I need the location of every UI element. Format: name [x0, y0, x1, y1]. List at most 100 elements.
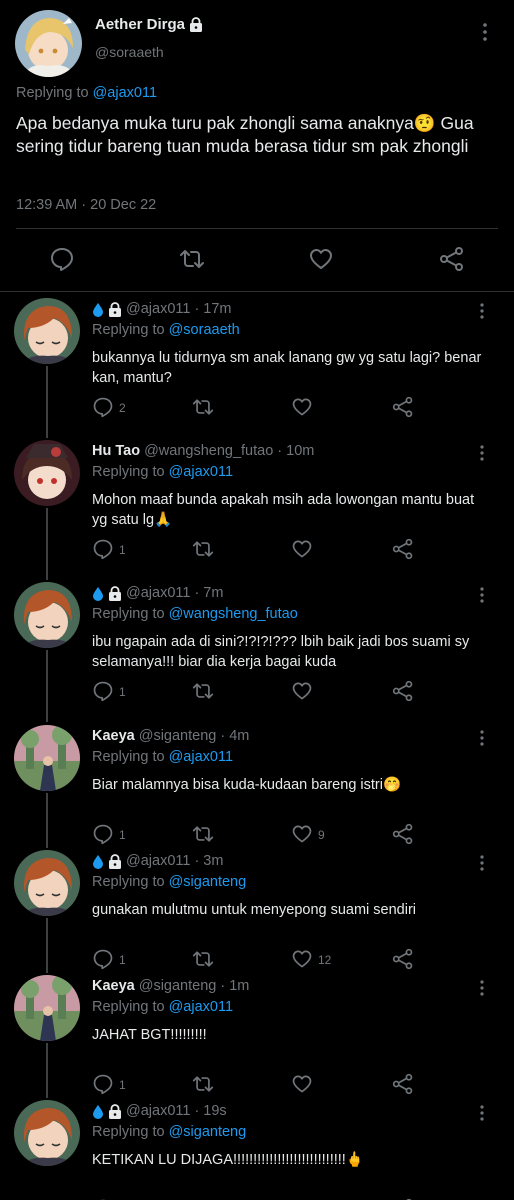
like-icon[interactable]	[291, 396, 313, 418]
replying-to: Replying to @siganteng	[92, 874, 246, 890]
handle[interactable]: @ajax011	[126, 585, 190, 601]
replying-to-link[interactable]: @ajax011	[169, 464, 233, 480]
thread-line	[46, 1043, 48, 1098]
avatar[interactable]	[14, 298, 80, 364]
reply-tweet[interactable]: @ajax011 · 3m Replying to @siganteng gunaka…	[0, 850, 514, 990]
display-name[interactable]: Kaeya	[92, 978, 135, 994]
reply-age[interactable]: · 4m	[220, 728, 249, 744]
more-icon[interactable]	[476, 444, 488, 462]
like-icon[interactable]	[291, 680, 313, 702]
reply-icon[interactable]	[92, 948, 114, 970]
reply-header: @ajax011 · 3m	[92, 853, 223, 869]
display-name-text[interactable]: Aether Dirga	[95, 16, 185, 33]
more-icon[interactable]	[476, 979, 488, 997]
replying-prefix: Replying to	[92, 749, 165, 765]
reply-icon[interactable]	[49, 246, 75, 272]
handle[interactable]: @soraaeth	[95, 44, 164, 60]
reply-age[interactable]: · 3m	[194, 853, 223, 869]
action-bar: 1	[92, 1073, 422, 1097]
reply-count: 1	[119, 828, 126, 842]
reply-tweet[interactable]: Kaeya @siganteng · 4m Replying to @ajax011 B…	[0, 725, 514, 865]
like-icon[interactable]	[291, 948, 313, 970]
reply-tweet[interactable]: @ajax011 · 7m Replying to @wangsheng_futao…	[0, 582, 514, 722]
action-bar: 1	[92, 538, 422, 562]
reply-tweet[interactable]: Kaeya @siganteng · 1m Replying to @ajax011 J…	[0, 975, 514, 1115]
retweet-icon[interactable]	[192, 396, 214, 418]
like-icon[interactable]	[291, 1073, 313, 1095]
share-icon[interactable]	[392, 538, 414, 560]
handle[interactable]: @ajax011	[126, 301, 190, 317]
share-icon[interactable]	[392, 396, 414, 418]
retweet-icon[interactable]	[192, 680, 214, 702]
more-icon[interactable]	[476, 586, 488, 604]
reply-icon[interactable]	[92, 538, 114, 560]
avatar[interactable]	[15, 10, 82, 77]
handle[interactable]: @ajax011	[126, 1103, 190, 1119]
avatar[interactable]	[14, 440, 80, 506]
share-icon[interactable]	[392, 823, 414, 845]
retweet-icon[interactable]	[192, 948, 214, 970]
reply-age[interactable]: · 7m	[194, 585, 223, 601]
share-icon[interactable]	[392, 1073, 414, 1095]
handle[interactable]: @siganteng	[139, 728, 217, 744]
reply-header: @ajax011 · 19s	[92, 1103, 227, 1119]
like-icon[interactable]	[291, 538, 313, 560]
reply-icon[interactable]	[92, 680, 114, 702]
replying-to-link[interactable]: @siganteng	[169, 874, 247, 890]
avatar[interactable]	[14, 582, 80, 648]
reply-header: Hu Tao @wangsheng_futao · 10m	[92, 443, 314, 459]
reply-icon[interactable]	[92, 1073, 114, 1095]
replying-to: Replying to @ajax011	[92, 464, 233, 480]
reply-age[interactable]: · 19s	[194, 1103, 226, 1119]
retweet-icon[interactable]	[179, 246, 205, 272]
retweet-icon[interactable]	[192, 823, 214, 845]
replying-to-link[interactable]: @soraaeth	[169, 322, 240, 338]
replying-to-link[interactable]: @siganteng	[169, 1124, 247, 1140]
reply-age[interactable]: · 10m	[277, 443, 314, 459]
action-bar: 2	[92, 396, 422, 420]
like-icon[interactable]	[308, 246, 334, 272]
reply-age[interactable]: · 1m	[220, 978, 249, 994]
reply-text: Mohon maaf bunda apakah msih ada lowonga…	[92, 492, 475, 528]
reply-text: JAHAT BGT!!!!!!!!!	[92, 1027, 207, 1043]
replying-to-link[interactable]: @ajax011	[93, 85, 157, 101]
avatar[interactable]	[14, 1100, 80, 1166]
avatar[interactable]	[14, 850, 80, 916]
timestamp[interactable]: 12:39 AM · 20 Dec 22	[16, 197, 156, 213]
avatar[interactable]	[14, 975, 80, 1041]
lock-icon	[189, 17, 203, 32]
like-icon[interactable]	[291, 823, 313, 845]
reply-tweet[interactable]: @ajax011 · 19s Replying to @siganteng KETIK…	[0, 1100, 514, 1200]
replying-to-link[interactable]: @ajax011	[169, 749, 233, 765]
reply-tweet[interactable]: Hu Tao @wangsheng_futao · 10m Replying to @…	[0, 440, 514, 580]
retweet-icon[interactable]	[192, 1073, 214, 1095]
reply-age[interactable]: · 17m	[194, 301, 231, 317]
avatar[interactable]	[14, 725, 80, 791]
handle[interactable]: @siganteng	[139, 978, 217, 994]
replying-to-link[interactable]: @ajax011	[169, 999, 233, 1015]
more-icon[interactable]	[476, 1104, 488, 1122]
more-icon[interactable]	[476, 302, 488, 320]
display-name[interactable]: Hu Tao	[92, 443, 140, 459]
reply-tweet[interactable]: @ajax011 · 17m Replying to @soraaeth bukann…	[0, 298, 514, 438]
replying-prefix: Replying to	[92, 322, 165, 338]
more-icon[interactable]	[478, 22, 492, 42]
handle[interactable]: @ajax011	[126, 853, 190, 869]
reply-icon[interactable]	[92, 823, 114, 845]
reply-text: KETIKAN LU DIJAGA!!!!!!!!!!!!!!!!!!!!!!!…	[92, 1152, 364, 1168]
share-icon[interactable]	[392, 948, 414, 970]
share-icon[interactable]	[439, 246, 465, 272]
reply-header: @ajax011 · 7m	[92, 585, 223, 601]
more-icon[interactable]	[476, 854, 488, 872]
replying-to-link[interactable]: @wangsheng_futao	[169, 606, 298, 622]
lock-icon	[108, 585, 122, 601]
display-name[interactable]: Aether Dirga	[95, 16, 203, 33]
replying-prefix: Replying to	[16, 85, 89, 101]
display-name[interactable]: Kaeya	[92, 728, 135, 744]
retweet-icon[interactable]	[192, 538, 214, 560]
reply-icon[interactable]	[92, 396, 114, 418]
handle[interactable]: @wangsheng_futao	[144, 443, 273, 459]
more-icon[interactable]	[476, 729, 488, 747]
share-icon[interactable]	[392, 680, 414, 702]
replying-prefix: Replying to	[92, 606, 165, 622]
